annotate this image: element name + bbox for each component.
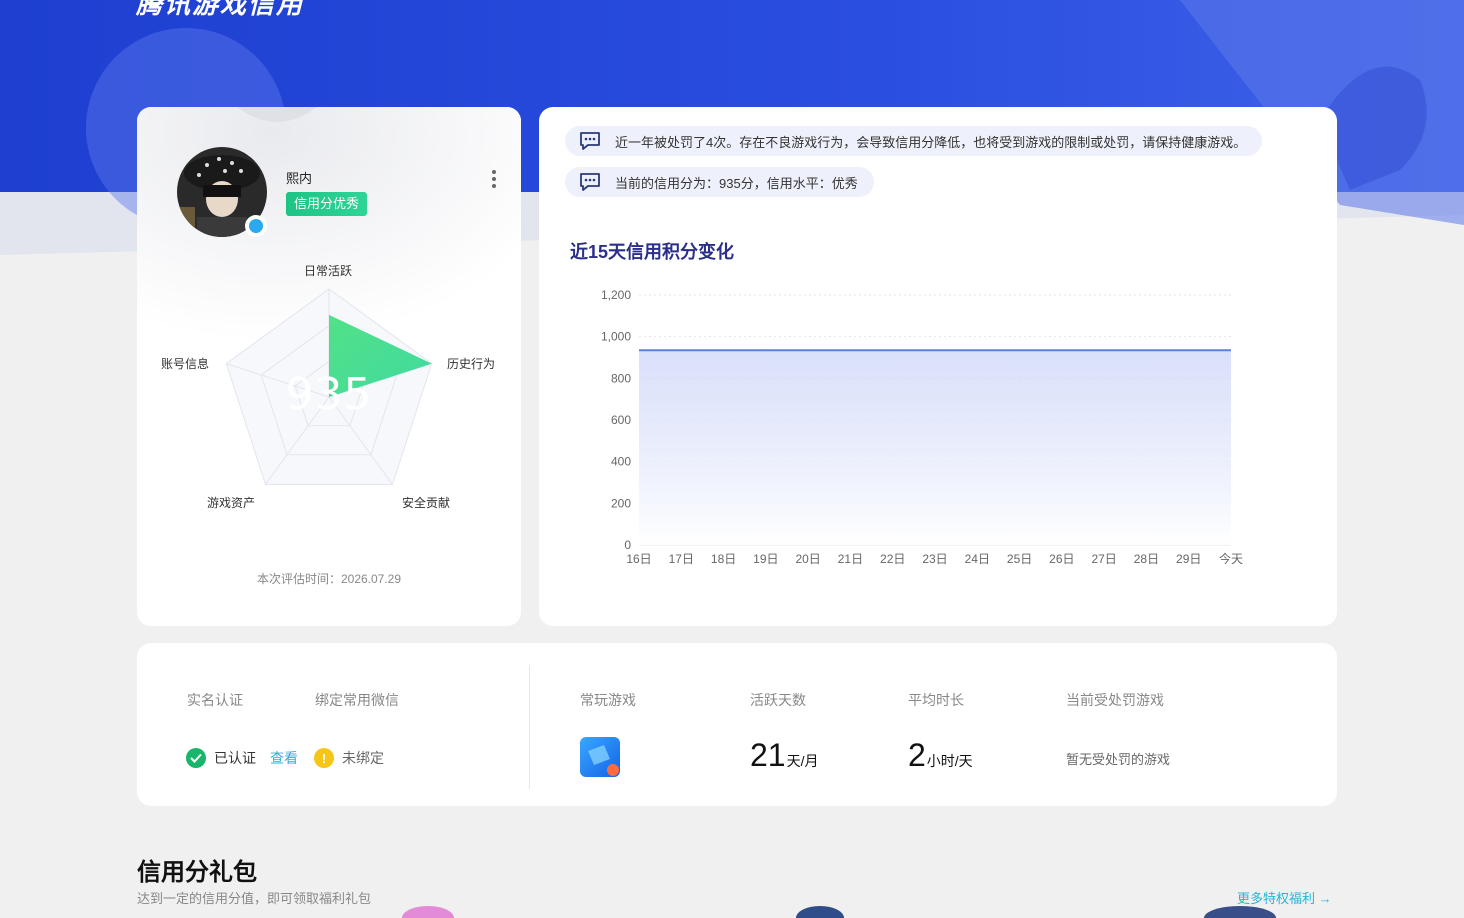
credit-level-badge: 信用分优秀 <box>286 192 368 216</box>
y-tick-label: 1,200 <box>601 288 631 302</box>
wechat-status: ! 未绑定 <box>314 748 384 768</box>
score-notice-text: 当前的信用分为：935分，信用水平：优秀 <box>615 175 858 191</box>
score-notice: 当前的信用分为：935分，信用水平：优秀 <box>565 167 874 197</box>
divider <box>529 665 530 789</box>
chart-title: 近15天信用积分变化 <box>570 242 735 262</box>
x-tick-label: 21日 <box>838 552 863 566</box>
y-tick-label: 800 <box>611 371 631 385</box>
series-area <box>639 350 1231 545</box>
x-tick-label: 18日 <box>711 552 736 566</box>
evaluation-time: 本次评估时间：2026.07.29 <box>256 572 402 586</box>
credit-trend-card: 近一年被处罚了4次。存在不良游戏行为，会导致信用分降低，也将受到游戏的限制或处罚… <box>539 107 1337 626</box>
logo-icon <box>144 0 164 8</box>
nickname: 熙内 <box>286 171 313 186</box>
punished-games-heading: 当前受处罚游戏 <box>1066 692 1164 708</box>
check-icon <box>186 748 206 768</box>
y-tick-label: 200 <box>611 496 631 510</box>
x-tick-label: 今天 <box>1219 551 1243 566</box>
credit-score: 935 <box>285 369 373 420</box>
x-tick-label: 27日 <box>1091 552 1116 566</box>
game-icon[interactable] <box>580 737 620 777</box>
unbound-text[interactable]: 未绑定 <box>342 748 384 768</box>
gift-section-subtitle: 达到一定的信用分值，即可领取福利礼包 <box>137 891 372 906</box>
avg-duration-value: 2 <box>908 737 926 773</box>
x-tick-label: 26日 <box>1049 552 1074 566</box>
radar-label-security: 安全贡献 <box>402 496 451 510</box>
avg-duration-unit: 小时/天 <box>926 753 973 769</box>
x-tick-label: 16日 <box>626 552 651 566</box>
x-tick-label: 24日 <box>965 552 990 566</box>
warning-icon: ! <box>314 748 334 768</box>
x-tick-label: 20日 <box>795 552 820 566</box>
message-icon <box>580 173 600 191</box>
more-options-icon[interactable] <box>487 167 501 191</box>
active-days-unit: 天/月 <box>786 753 819 769</box>
y-tick-label: 600 <box>611 413 631 427</box>
x-tick-label: 22日 <box>880 552 905 566</box>
x-tick-label: 28日 <box>1134 552 1159 566</box>
credit-trend-chart: 0 200 400 600 800 1,000 1,200 16日 17日 18日 19日 20日 21… <box>601 288 1243 566</box>
active-days-heading: 活跃天数 <box>750 692 806 708</box>
x-tick-label: 19日 <box>753 552 778 566</box>
gift-thumbnail[interactable] <box>398 903 458 918</box>
real-name-status: 已认证 查看 <box>186 748 298 768</box>
active-days-value: 21 <box>750 737 786 773</box>
frequent-games-heading: 常玩游戏 <box>580 692 636 708</box>
avg-duration: 2 小时/天 <box>908 737 973 774</box>
y-tick-label: 0 <box>624 538 631 552</box>
avg-duration-heading: 平均时长 <box>908 692 964 708</box>
radar-label-assets: 游戏资产 <box>207 496 256 510</box>
y-tick-label: 1,000 <box>601 330 631 344</box>
gift-section-title: 信用分礼包 <box>137 859 257 886</box>
gift-thumbnail[interactable] <box>790 903 850 918</box>
y-tick-label: 400 <box>611 455 631 469</box>
x-tick-label: 25日 <box>1007 552 1032 566</box>
account-stats-card: 实名认证 绑定常用微信 已认证 查看 ! 未绑定 常玩游戏 活跃天数 平均时长 … <box>137 643 1337 806</box>
x-tick-label: 23日 <box>922 552 947 566</box>
real-name-heading: 实名认证 <box>187 692 243 708</box>
logo[interactable]: 腾讯游戏信用 <box>136 0 304 21</box>
gift-thumbnail[interactable] <box>1200 903 1280 918</box>
verified-text: 已认证 <box>214 750 256 766</box>
active-days: 21 天/月 <box>750 737 818 774</box>
x-tick-label: 29日 <box>1176 552 1201 566</box>
radar-label-daily: 日常活跃 <box>304 264 353 278</box>
no-punished-games-text: 暂无受处罚的游戏 <box>1066 752 1171 767</box>
message-icon <box>580 132 600 150</box>
x-tick-label: 17日 <box>669 552 694 566</box>
qq-badge-icon <box>245 215 267 237</box>
view-real-name-link[interactable]: 查看 <box>270 748 298 768</box>
penalty-notice-text: 近一年被处罚了4次。存在不良游戏行为，会导致信用分降低，也将受到游戏的限制或处罚… <box>615 134 1247 150</box>
wechat-heading: 绑定常用微信 <box>315 692 399 708</box>
profile-card: 熙内 信用分优秀 日常活跃 历史行为 安全贡献 游戏资产 账号信息 935 本次… <box>137 107 521 626</box>
penalty-notice: 近一年被处罚了4次。存在不良游戏行为，会导致信用分降低，也将受到游戏的限制或处罚… <box>565 126 1263 156</box>
